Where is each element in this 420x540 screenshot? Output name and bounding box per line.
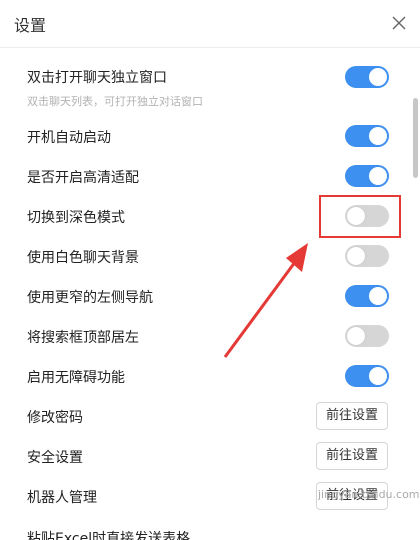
watermark-text: jingyan.baidu.com — [318, 488, 420, 501]
annotation-arrow-icon — [223, 243, 308, 358]
